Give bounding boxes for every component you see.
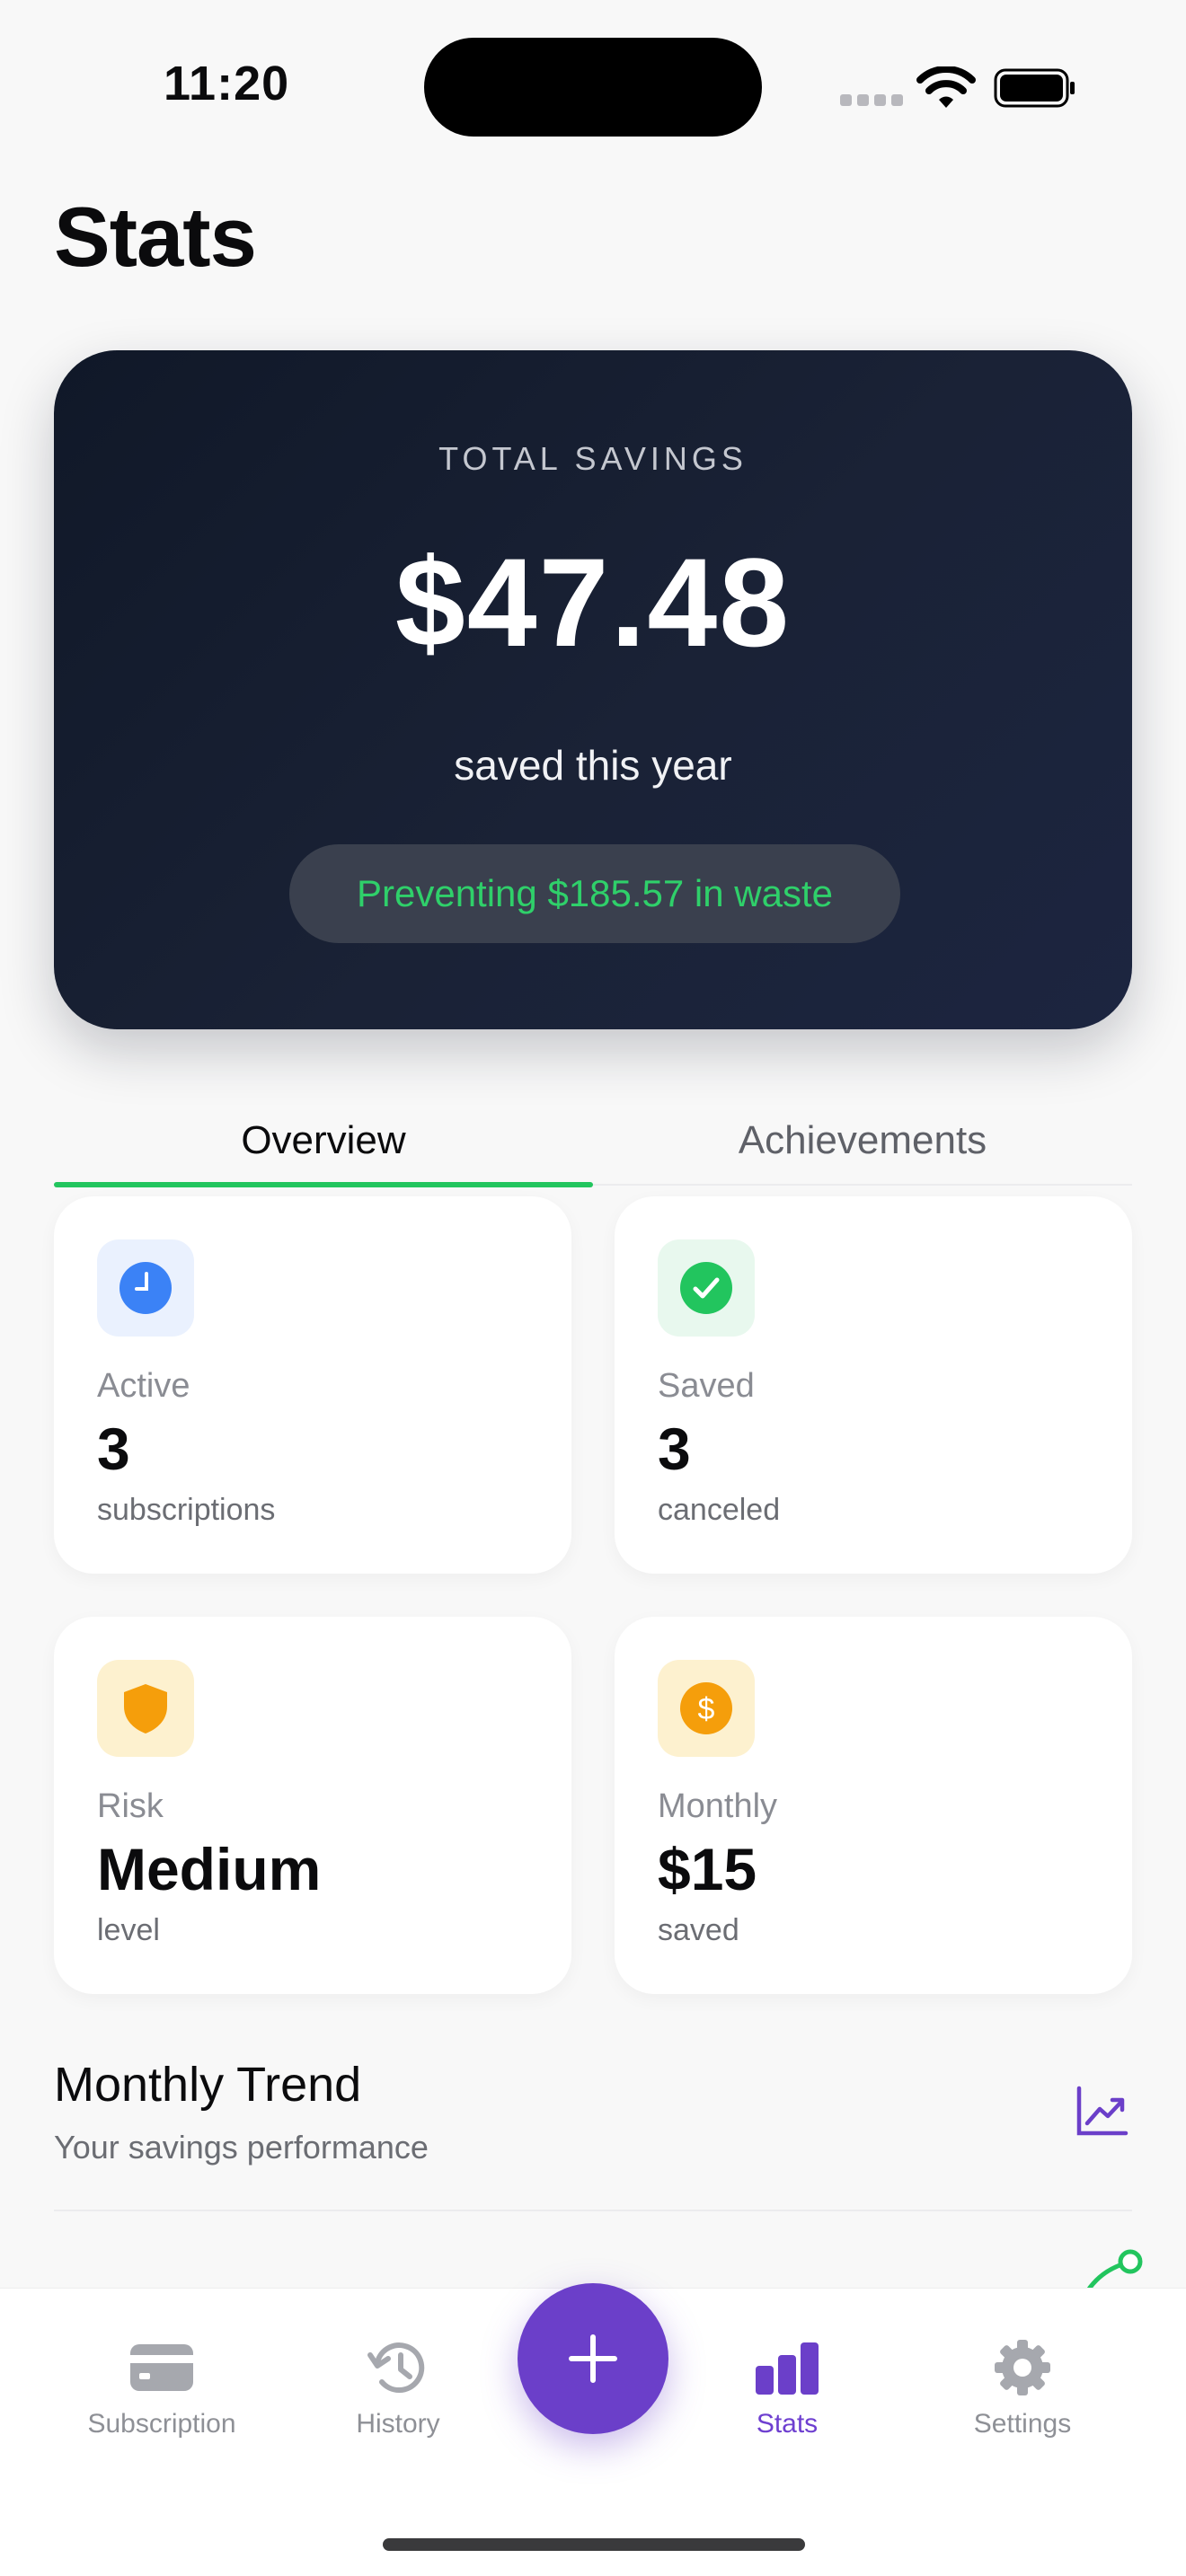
stat-unit: canceled (658, 1493, 781, 1527)
tabbar-stats[interactable]: Stats (688, 2339, 886, 2439)
cellular-signal-icon (840, 94, 903, 107)
stat-unit: saved (658, 1913, 739, 1947)
trend-chart-icon[interactable] (1075, 2084, 1128, 2138)
total-savings-subtitle: saved this year (454, 742, 732, 789)
gear-icon (995, 2340, 1050, 2395)
stats-tabs: Overview Achievements (54, 1078, 1132, 1187)
battery-icon (994, 68, 1075, 108)
svg-text:$: $ (698, 1692, 715, 1726)
home-indicator[interactable] (383, 2538, 805, 2551)
active-tab-indicator (54, 1182, 593, 1187)
stat-card-active: Active 3 subscriptions (54, 1196, 571, 1574)
page-title: Stats (54, 190, 257, 284)
dynamic-island (424, 38, 762, 137)
stat-label: Saved (658, 1367, 755, 1405)
stat-card-risk: Risk Medium level (54, 1617, 571, 1994)
tabbar-history[interactable]: History (299, 2339, 497, 2439)
stat-value: 3 (658, 1416, 691, 1482)
tabbar-label: Subscription (87, 2409, 236, 2439)
dollar-coin-icon: $ (658, 1660, 755, 1757)
history-icon (367, 2342, 425, 2393)
plus-icon (569, 2334, 617, 2383)
monthly-trend-title: Monthly Trend (54, 2058, 362, 2112)
stats-screen: 11:20 Stats TOTAL SAVINGS $47.48 saved t… (0, 0, 1186, 2576)
trend-divider (54, 2210, 1132, 2211)
wifi-icon (916, 66, 976, 108)
stat-card-saved: Saved 3 canceled (615, 1196, 1132, 1574)
tabbar-label: Stats (756, 2409, 819, 2439)
tabbar-label: Settings (973, 2409, 1072, 2439)
card-icon (130, 2344, 193, 2391)
stat-value: Medium (97, 1836, 322, 1902)
tabbar-settings[interactable]: Settings (924, 2339, 1121, 2439)
stat-unit: subscriptions (97, 1493, 276, 1527)
total-savings-amount: $47.48 (394, 532, 792, 673)
total-savings-card: TOTAL SAVINGS $47.48 saved this year Pre… (54, 350, 1132, 1029)
tab-overview[interactable]: Overview (54, 1078, 593, 1186)
status-time: 11:20 (164, 57, 290, 110)
add-subscription-button[interactable] (518, 2283, 668, 2434)
stat-label: Risk (97, 1787, 164, 1825)
tabbar-subscription[interactable]: Subscription (63, 2339, 261, 2439)
stat-unit: level (97, 1913, 160, 1947)
stat-value: $15 (658, 1836, 757, 1902)
stat-value: 3 (97, 1416, 130, 1482)
total-savings-label: TOTAL SAVINGS (438, 440, 748, 477)
tabbar-label: History (356, 2409, 440, 2439)
tab-achievements[interactable]: Achievements (593, 1078, 1132, 1186)
bar-chart-icon (756, 2342, 819, 2395)
stat-card-monthly: $ Monthly $15 saved (615, 1617, 1132, 1994)
stat-label: Active (97, 1367, 190, 1405)
check-circle-icon (658, 1239, 755, 1337)
stat-label: Monthly (658, 1787, 778, 1825)
waste-prevented-badge: Preventing $185.57 in waste (289, 844, 900, 943)
clock-icon (97, 1239, 194, 1337)
shield-icon (97, 1660, 194, 1757)
monthly-trend-subtitle: Your savings performance (54, 2129, 429, 2166)
